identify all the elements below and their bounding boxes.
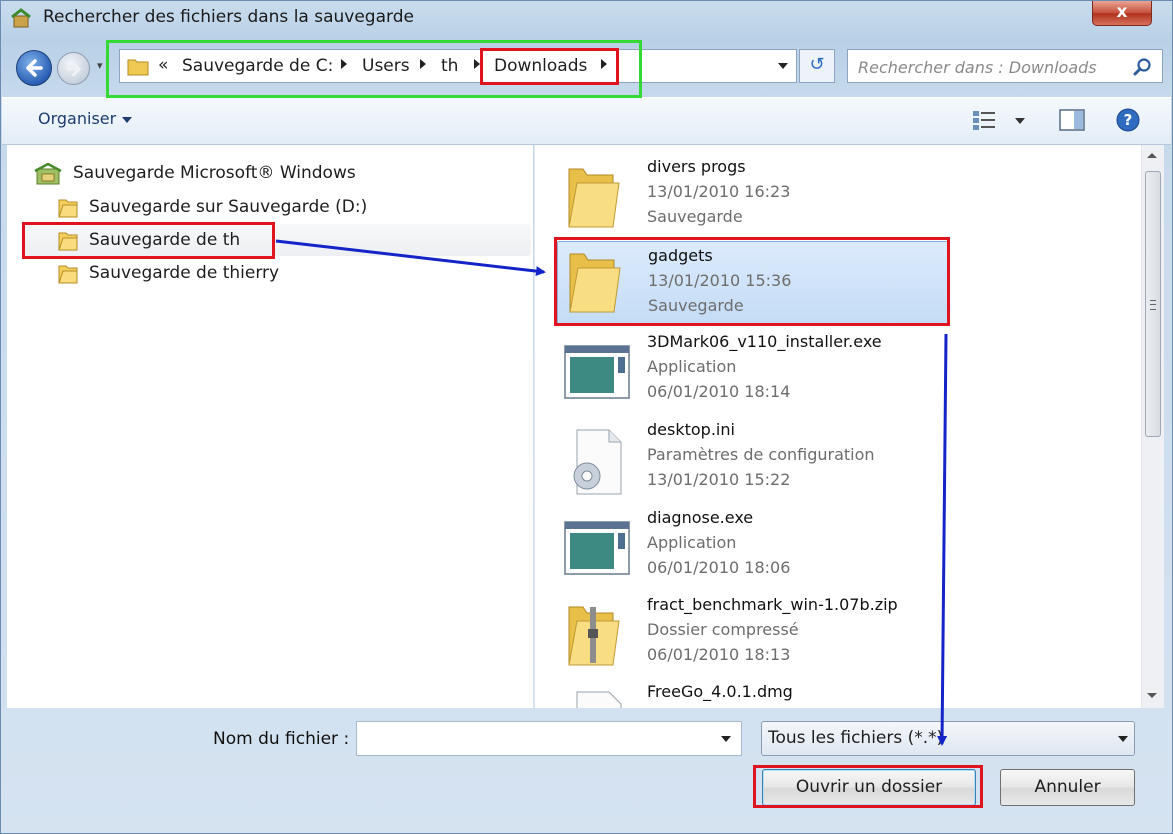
file-type: Application xyxy=(647,357,737,376)
file-name: desktop.ini xyxy=(647,420,735,439)
open-folder-button[interactable]: Ouvrir un dossier xyxy=(762,769,976,806)
nav-item-label: Sauvegarde Microsoft® Windows xyxy=(73,163,356,183)
title-bar: Rechercher des fichiers dans la sauvegar… xyxy=(1,1,1172,35)
file-item-freego-dmg[interactable]: FreeGo_4.0.1.dmg xyxy=(557,682,949,708)
close-button[interactable]: x xyxy=(1092,1,1152,26)
zip-folder-icon xyxy=(568,606,620,666)
breadcrumb-separator-icon[interactable] xyxy=(420,59,426,69)
file-date: 06/01/2010 18:14 xyxy=(647,382,791,401)
file-item-gadgets[interactable]: gadgets 13/01/2010 15:36 Sauvegarde xyxy=(557,241,949,325)
backup-icon xyxy=(34,163,62,185)
breadcrumb-item-downloads[interactable]: Downloads xyxy=(494,56,587,76)
recent-pages-button[interactable]: ▾ xyxy=(97,59,103,72)
breadcrumb-overflow[interactable]: « xyxy=(158,55,168,75)
file-icon xyxy=(576,691,622,708)
config-file-icon xyxy=(573,429,622,495)
chevron-down-icon[interactable] xyxy=(721,736,731,742)
file-type-select[interactable]: Tous les fichiers (*.*) xyxy=(761,721,1135,756)
scroll-down-icon[interactable] xyxy=(1147,693,1157,698)
folder-icon xyxy=(58,265,78,284)
file-name: fract_benchmark_win-1.07b.zip xyxy=(647,595,898,614)
change-view-icon[interactable] xyxy=(972,109,998,131)
breadcrumb-separator-icon[interactable] xyxy=(474,59,480,69)
file-type: Sauvegarde xyxy=(648,296,744,315)
preview-pane-icon[interactable] xyxy=(1059,109,1085,131)
file-item-divers-progs[interactable]: divers progs 13/01/2010 16:23 Sauvegarde xyxy=(557,157,949,243)
file-type: Application xyxy=(647,533,737,552)
file-item-fract-benchmark-zip[interactable]: fract_benchmark_win-1.07b.zip Dossier co… xyxy=(557,595,949,681)
breadcrumb-item-users[interactable]: Users xyxy=(362,56,410,76)
organize-label: Organiser xyxy=(38,109,117,128)
folder-icon xyxy=(58,232,78,251)
file-date: 13/01/2010 16:23 xyxy=(647,182,791,201)
nav-item-label: Sauvegarde de thierry xyxy=(89,263,280,283)
file-item-diagnose-exe[interactable]: diagnose.exe Application 06/01/2010 18:0… xyxy=(557,508,949,594)
breadcrumb-item-th[interactable]: th xyxy=(441,56,458,76)
organize-menu-button[interactable]: Organiser xyxy=(38,109,133,128)
help-icon[interactable]: ? xyxy=(1115,107,1141,133)
file-date: 06/01/2010 18:13 xyxy=(647,645,791,664)
search-input[interactable] xyxy=(856,55,1122,79)
folder-icon xyxy=(568,168,620,228)
back-button[interactable] xyxy=(16,50,52,86)
file-name: FreeGo_4.0.1.dmg xyxy=(647,682,793,701)
cancel-button[interactable]: Annuler xyxy=(1000,769,1135,806)
address-bar[interactable]: « Sauvegarde de C: Users th Downloads xyxy=(119,49,797,83)
chevron-down-icon xyxy=(1118,736,1128,742)
folder-icon xyxy=(569,253,621,313)
file-name: gadgets xyxy=(648,246,713,265)
file-type: Paramètres de configuration xyxy=(647,445,875,464)
file-date: 06/01/2010 18:06 xyxy=(647,558,791,577)
file-item-desktop-ini[interactable]: desktop.ini Paramètres de configuration … xyxy=(557,420,949,506)
application-icon xyxy=(564,521,630,575)
folder-icon xyxy=(127,59,149,76)
address-dropdown-icon[interactable] xyxy=(778,63,788,69)
folder-icon xyxy=(58,199,78,218)
filename-label: Nom du fichier : xyxy=(213,729,350,749)
file-name: 3DMark06_v110_installer.exe xyxy=(647,332,882,351)
application-icon xyxy=(564,345,630,399)
arrow-left-icon xyxy=(26,59,43,77)
dialog-window: Rechercher des fichiers dans la sauvegar… xyxy=(0,0,1173,834)
file-name: diagnose.exe xyxy=(647,508,754,527)
filename-input[interactable] xyxy=(356,721,742,756)
chevron-down-icon xyxy=(122,116,133,123)
nav-item-label: Sauvegarde sur Sauvegarde (D:) xyxy=(89,197,368,217)
search-icon[interactable] xyxy=(1132,57,1152,77)
forward-button[interactable] xyxy=(57,52,90,85)
file-type: Sauvegarde xyxy=(647,207,743,226)
file-item-3dmark06[interactable]: 3DMark06_v110_installer.exe Application … xyxy=(557,332,949,418)
breadcrumb-separator-icon[interactable] xyxy=(341,59,347,69)
scroll-up-icon[interactable] xyxy=(1147,153,1157,158)
breadcrumb-item-backup-c[interactable]: Sauvegarde de C: xyxy=(182,56,333,76)
file-type-value: Tous les fichiers (*.*) xyxy=(768,728,944,748)
search-box[interactable] xyxy=(847,49,1163,83)
refresh-button[interactable]: ↺ xyxy=(799,49,835,83)
nav-item-label: Sauvegarde de th xyxy=(89,230,241,250)
command-toolbar: Organiser ? xyxy=(2,97,1171,145)
grip-icon xyxy=(1150,300,1156,310)
file-date: 13/01/2010 15:36 xyxy=(648,271,792,290)
file-date: 13/01/2010 15:22 xyxy=(647,470,791,489)
arrow-right-icon xyxy=(66,61,81,77)
vertical-scrollbar[interactable] xyxy=(1141,145,1164,708)
backup-restore-icon xyxy=(11,8,31,28)
window-title: Rechercher des fichiers dans la sauvegar… xyxy=(43,7,414,27)
file-type: Dossier compressé xyxy=(647,620,799,639)
breadcrumb-separator-icon[interactable] xyxy=(601,59,607,69)
file-name: divers progs xyxy=(647,157,746,176)
views-dropdown-icon[interactable] xyxy=(1015,118,1025,124)
svg-text:?: ? xyxy=(1124,111,1133,129)
scrollbar-thumb[interactable] xyxy=(1145,171,1161,437)
